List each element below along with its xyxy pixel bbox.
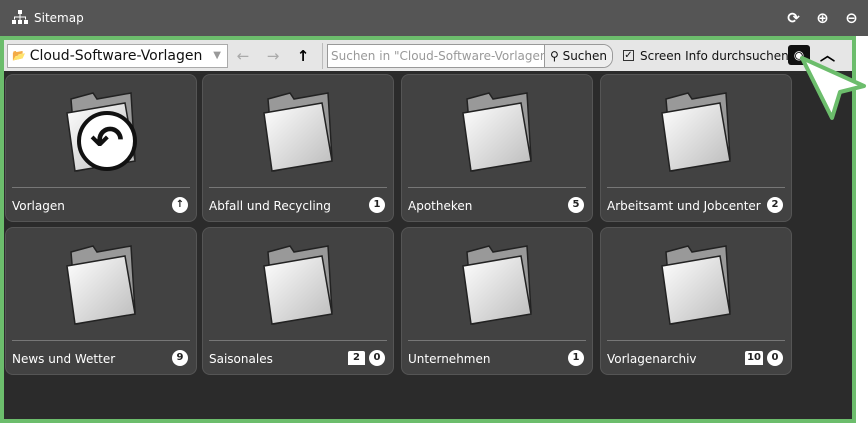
back-arrow-icon[interactable]: ←: [228, 47, 258, 65]
folder-label: Vorlagenarchiv: [607, 352, 697, 366]
folder-icon: [260, 242, 336, 326]
search-button[interactable]: ⚲ Suchen: [545, 45, 612, 67]
divider: [12, 340, 190, 341]
folder-label: Arbeitsamt und Jobcenter: [607, 199, 761, 213]
item-count-badge: 1: [568, 350, 584, 366]
folder-card[interactable]: News und Wetter 9: [5, 227, 197, 375]
divider: [209, 187, 387, 188]
divider: [607, 340, 785, 341]
folder-select-value: Cloud-Software-Vorlagen: [30, 48, 203, 64]
folder-card[interactable]: Arbeitsamt und Jobcenter 2: [600, 74, 792, 222]
folder-icon: [658, 242, 734, 326]
folder-icon: [658, 89, 734, 173]
item-count-badge: 0: [767, 350, 783, 366]
chevron-down-icon: ▼: [213, 50, 221, 61]
sitemap-icon: [12, 9, 28, 28]
item-count-badge: 5: [568, 197, 584, 213]
folder-icon: [63, 242, 139, 326]
sitemap-panel: 📂 Cloud-Software-Vorlagen ▼ ← → ↑ Suchen…: [0, 36, 856, 423]
folder-card[interactable]: Vorlagenarchiv 10 0: [600, 227, 792, 375]
divider: [607, 187, 785, 188]
item-count-badge: 9: [172, 350, 188, 366]
folder-icon: [260, 89, 336, 173]
folder-label: Apotheken: [408, 199, 472, 213]
search-icon: ⚲: [550, 49, 559, 63]
checkbox-label: Screen Info durchsuchen: [640, 49, 789, 63]
item-count-badge: 0: [369, 350, 385, 366]
search-box: Suchen in "Cloud-Software-Vorlagen" ⚲ Su…: [327, 44, 613, 68]
screen-info-checkbox[interactable]: ✓ Screen Info durchsuchen: [623, 49, 789, 63]
folder-card[interactable]: Unternehmen 1: [401, 227, 593, 375]
divider: [322, 43, 323, 69]
folder-open-icon: 📂: [12, 49, 26, 62]
up-arrow-icon: ↑: [172, 197, 188, 213]
divider: [408, 340, 586, 341]
search-input[interactable]: Suchen in "Cloud-Software-Vorlagen": [328, 45, 545, 67]
folder-card[interactable]: Saisonales 20: [202, 227, 394, 375]
toolbar: 📂 Cloud-Software-Vorlagen ▼ ← → ↑ Suchen…: [4, 40, 852, 71]
folder-card[interactable]: Abfall und Recycling 1: [202, 74, 394, 222]
item-count-badge: 2: [767, 197, 783, 213]
folder-icon: [459, 89, 535, 173]
folder-icon: [459, 242, 535, 326]
window-title: Sitemap: [34, 11, 84, 25]
zoom-in-icon[interactable]: ⊕: [814, 9, 831, 26]
folder-select[interactable]: 📂 Cloud-Software-Vorlagen ▼: [7, 44, 228, 68]
search-button-label: Suchen: [563, 49, 607, 63]
title-bar: Sitemap ⟳ ⊕ ⊖: [0, 0, 868, 36]
folder-icon: ↶: [63, 89, 139, 173]
divider: [209, 340, 387, 341]
back-icon: ↶: [77, 111, 137, 171]
refresh-icon[interactable]: ⟳: [785, 9, 802, 26]
folder-label: Vorlagen: [12, 199, 65, 213]
folder-label: News und Wetter: [12, 352, 115, 366]
subfolder-count: 2: [348, 351, 365, 365]
zoom-out-icon[interactable]: ⊖: [843, 9, 860, 26]
divider: [12, 187, 190, 188]
cursor-arrow-icon: [800, 56, 868, 124]
folder-card[interactable]: ↶ Vorlagen ↑: [5, 74, 197, 222]
item-count-badge: 1: [369, 197, 385, 213]
folder-label: Saisonales: [209, 352, 273, 366]
folder-card[interactable]: Apotheken 5: [401, 74, 593, 222]
forward-arrow-icon[interactable]: →: [258, 47, 288, 65]
checkbox-icon: ✓: [623, 50, 634, 61]
subfolder-count: 10: [745, 351, 763, 365]
divider: [408, 187, 586, 188]
up-arrow-icon[interactable]: ↑: [288, 47, 318, 65]
folder-label: Unternehmen: [408, 352, 490, 366]
folder-label: Abfall und Recycling: [209, 199, 331, 213]
